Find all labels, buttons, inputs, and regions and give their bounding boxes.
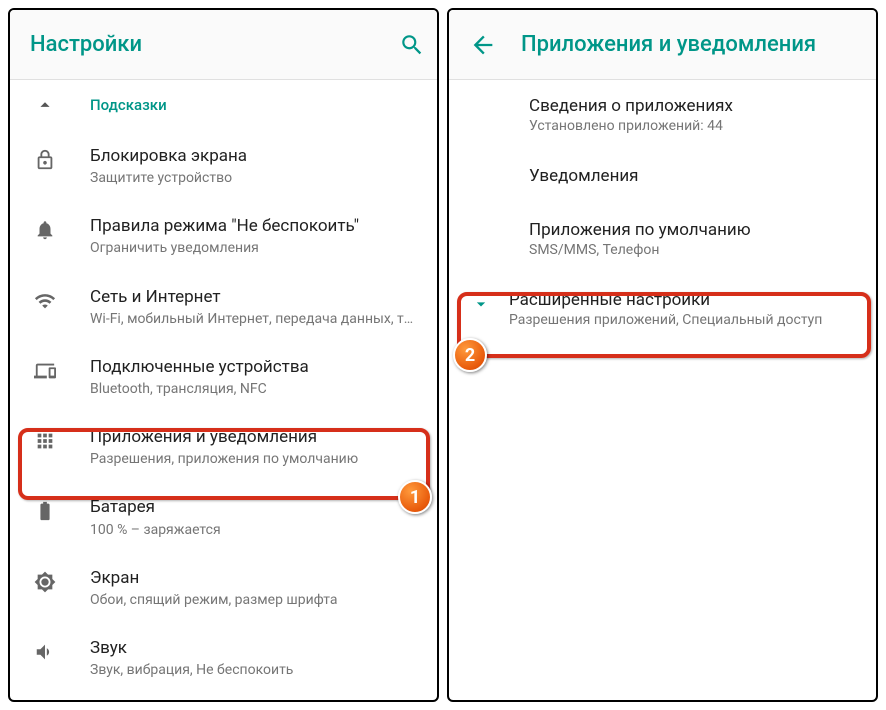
appbar: Приложения и уведомления: [449, 10, 876, 80]
row-texts: Уведомления: [529, 166, 856, 188]
chevron-down-icon: [471, 294, 491, 314]
wifi-icon: [34, 290, 56, 312]
row-title: Батарея: [90, 496, 417, 518]
volume-icon: [34, 641, 56, 663]
row-subtitle: SMS/MMS, Телефон: [529, 242, 856, 258]
row-title: Уведомления: [529, 166, 856, 186]
row-texts: Правила режима "Не беспокоить" Ограничит…: [90, 215, 417, 257]
row-sound[interactable]: Звук Звук, вибрация, Не беспокоить: [10, 623, 437, 693]
chevron-up-icon: [34, 94, 56, 116]
row-default-apps[interactable]: Приложения по умолчанию SMS/MMS, Телефон: [449, 204, 876, 274]
row-title: Звук: [90, 637, 417, 659]
row-battery[interactable]: Батарея 100 % – заряжается: [10, 482, 437, 552]
row-apps-notifications[interactable]: Приложения и уведомления Разрешения, при…: [10, 412, 437, 482]
row-texts: Батарея 100 % – заряжается: [90, 496, 417, 538]
appbar-title: Приложения и уведомления: [521, 32, 864, 57]
apps-notifications-screen: Приложения и уведомления Сведения о прил…: [447, 8, 878, 702]
row-title: Сеть и Интернет: [90, 286, 417, 308]
brightness-icon: [34, 571, 56, 593]
row-title: Сведения о приложениях: [529, 96, 856, 116]
row-subtitle: Разрешения приложений, Специальный досту…: [509, 312, 822, 328]
lock-icon: [34, 149, 56, 171]
row-title: Экран: [90, 567, 417, 589]
apps-icon: [34, 430, 56, 452]
row-subtitle: Bluetooth, трансляция, NFC: [90, 380, 417, 398]
row-subtitle: Wi-Fi, мобильный Интернет, передача данн…: [90, 310, 417, 328]
row-title: Приложения и уведомления: [90, 426, 417, 448]
row-title: Приложения по умолчанию: [529, 220, 856, 240]
appbar-title: Настройки: [30, 32, 399, 57]
row-lock-screen[interactable]: Блокировка экрана Защитите устройство: [10, 131, 437, 201]
hints-label: Подсказки: [90, 96, 167, 114]
row-title: Подключенные устройства: [90, 356, 417, 378]
row-texts: Приложения и уведомления Разрешения, при…: [90, 426, 417, 468]
row-subtitle: Обои, спящий режим, размер шрифта: [90, 591, 417, 609]
row-subtitle: Разрешения, приложения по умолчанию: [90, 450, 417, 468]
row-dnd[interactable]: Правила режима "Не беспокоить" Ограничит…: [10, 201, 437, 271]
bell-icon: [34, 219, 56, 241]
row-texts: Сведения о приложениях Установлено прило…: [529, 96, 856, 134]
row-subtitle: Ограничить уведомления: [90, 239, 417, 257]
row-texts: Экран Обои, спящий режим, размер шрифта: [90, 567, 417, 609]
row-subtitle: Установлено приложений: 44: [529, 118, 856, 134]
row-network[interactable]: Сеть и Интернет Wi-Fi, мобильный Интерне…: [10, 272, 437, 342]
row-texts: Подключенные устройства Bluetooth, транс…: [90, 356, 417, 398]
appbar: Настройки: [10, 10, 437, 80]
row-connected-devices[interactable]: Подключенные устройства Bluetooth, транс…: [10, 342, 437, 412]
row-title: Расширенные настройки: [509, 290, 822, 310]
row-texts: Сеть и Интернет Wi-Fi, мобильный Интерне…: [90, 286, 417, 328]
row-texts: Расширенные настройки Разрешения приложе…: [509, 290, 822, 328]
row-advanced[interactable]: Расширенные настройки Разрешения приложе…: [449, 274, 876, 344]
row-texts: Приложения по умолчанию SMS/MMS, Телефон: [529, 220, 856, 258]
devices-icon: [34, 360, 56, 382]
row-subtitle: 100 % – заряжается: [90, 521, 417, 539]
row-title: Блокировка экрана: [90, 145, 417, 167]
row-texts: Звук Звук, вибрация, Не беспокоить: [90, 637, 417, 679]
search-icon[interactable]: [399, 32, 425, 58]
hints-section-header[interactable]: Подсказки: [10, 80, 437, 131]
battery-icon: [34, 500, 56, 522]
row-subtitle: Защитите устройство: [90, 169, 417, 187]
back-icon[interactable]: [469, 31, 497, 59]
settings-screen: Настройки Подсказки Блокировка экрана За…: [8, 8, 439, 702]
row-display[interactable]: Экран Обои, спящий режим, размер шрифта: [10, 553, 437, 623]
row-texts: Блокировка экрана Защитите устройство: [90, 145, 417, 187]
row-subtitle: Звук, вибрация, Не беспокоить: [90, 661, 417, 679]
row-app-info[interactable]: Сведения о приложениях Установлено прило…: [449, 80, 876, 150]
row-notifications[interactable]: Уведомления: [449, 150, 876, 204]
row-title: Правила режима "Не беспокоить": [90, 215, 417, 237]
